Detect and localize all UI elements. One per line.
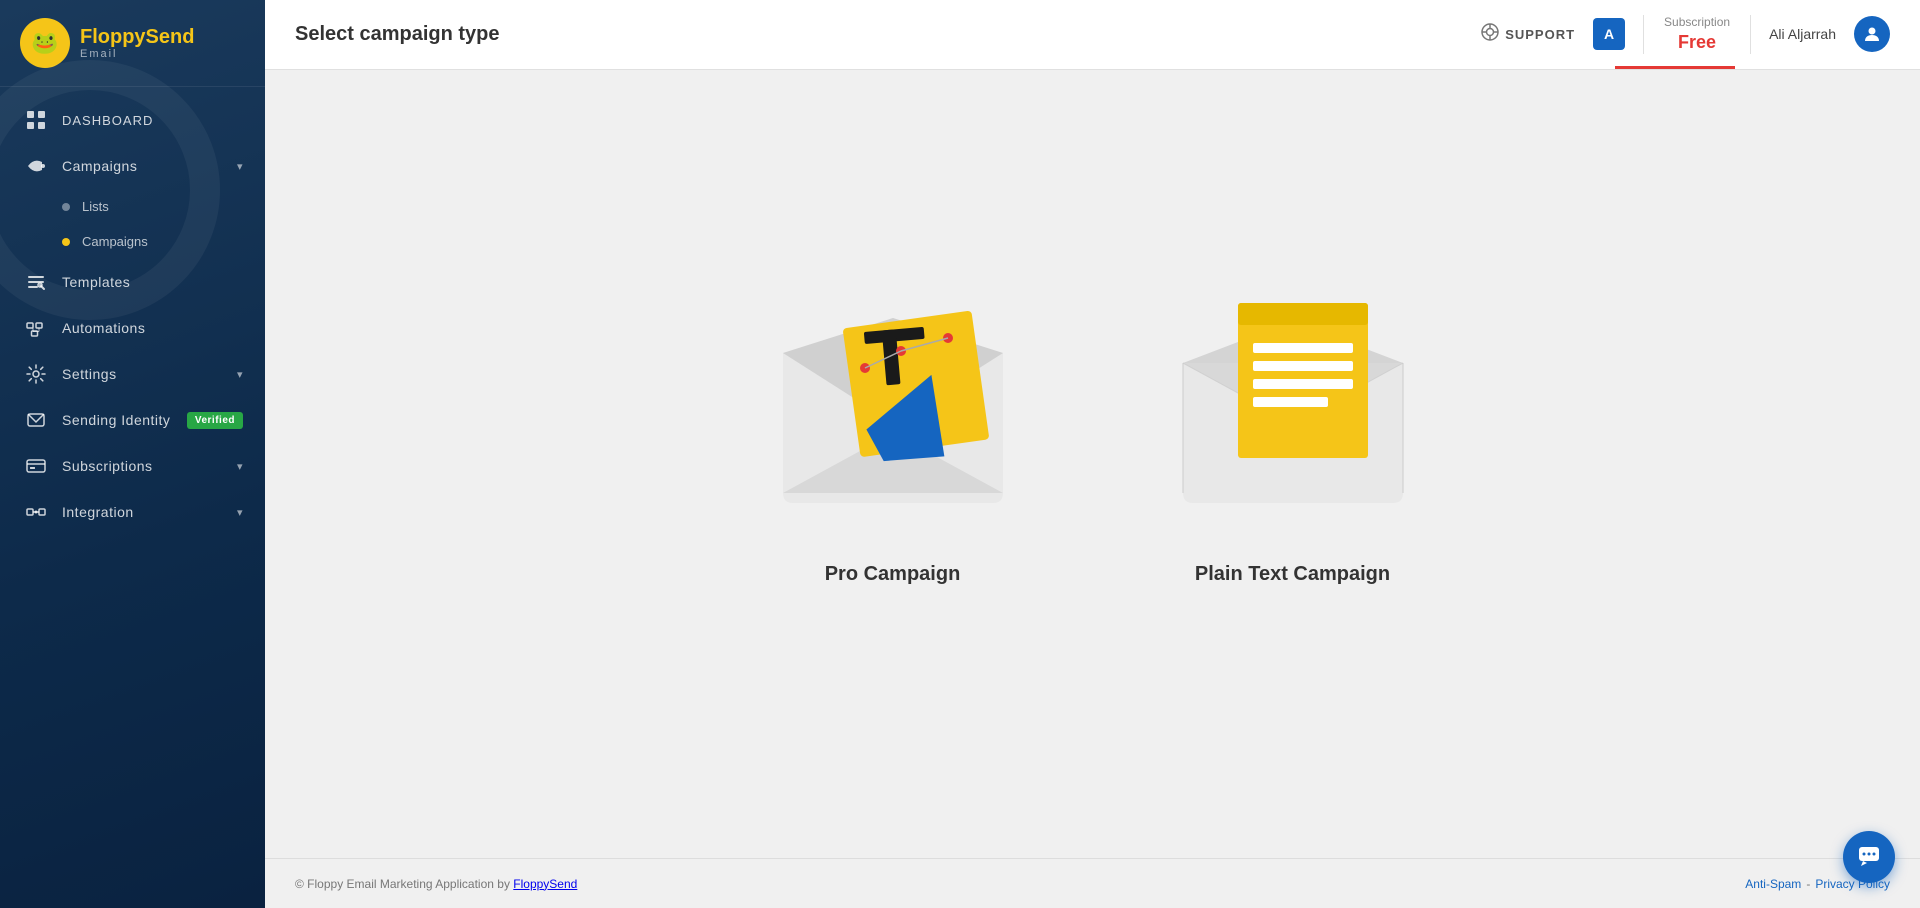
page-title: Select campaign type [295,23,1481,46]
sidebar-item-label: DASHBOARD [62,113,153,128]
sidebar-logo[interactable]: 🐸 FloppySend Email [0,0,265,87]
sidebar-item-label: Sending Identity [62,412,170,428]
plain-campaign-image [1153,263,1433,543]
sidebar-item-label: Templates [62,274,130,290]
settings-icon [22,364,50,384]
subscription-value: Free [1678,31,1716,54]
anti-spam-link[interactable]: Anti-Spam [1745,877,1801,891]
sidebar-item-dashboard[interactable]: DASHBOARD [0,97,265,143]
main-area: Select campaign type SUPPORT A Sub [265,0,1920,908]
subscription-area[interactable]: Subscription Free [1643,15,1751,54]
sidebar-item-subscriptions[interactable]: Subscriptions ▾ [0,443,265,489]
templates-icon [22,272,50,292]
footer-brand-link[interactable]: FloppySend [513,877,577,891]
footer-copyright: © Floppy Email Marketing Application by … [295,877,577,891]
sending-identity-icon [22,410,50,430]
pro-campaign-image [753,263,1033,543]
brand-name: FloppySend [80,26,194,48]
dashboard-icon [22,110,50,130]
sidebar-item-automations[interactable]: Automations [0,305,265,351]
header-right: SUPPORT A Subscription Free Ali Aljarrah [1481,15,1890,54]
header: Select campaign type SUPPORT A Sub [265,0,1920,70]
subscriptions-icon [22,456,50,476]
logo-icon: 🐸 [20,18,70,68]
sidebar-item-integration[interactable]: Integration ▾ [0,489,265,535]
user-avatar[interactable] [1854,16,1890,52]
pro-campaign-label: Pro Campaign [825,563,961,586]
support-label: SUPPORT [1505,27,1575,42]
sidebar-item-label: Automations [62,320,145,336]
footer: © Floppy Email Marketing Application by … [265,858,1920,908]
sidebar-item-label: Settings [62,366,117,382]
chat-button[interactable] [1843,831,1895,883]
chevron-down-icon: ▾ [237,506,243,519]
plain-campaign-label: Plain Text Campaign [1195,563,1390,586]
integration-icon [22,502,50,522]
sidebar-item-label: Campaigns [82,234,148,249]
pro-campaign-card[interactable]: Pro Campaign [753,263,1033,586]
sidebar-item-label: Campaigns [62,158,137,174]
campaigns-icon [22,156,50,176]
sidebar-item-campaigns[interactable]: Campaigns ▾ [0,143,265,189]
automations-icon [22,318,50,338]
logo-text: FloppySend Email [80,26,194,60]
campaign-cards: Pro Campaign [753,263,1433,606]
plain-campaign-card[interactable]: Plain Text Campaign [1153,263,1433,586]
sidebar-item-label: Lists [82,199,109,214]
sidebar-item-campaigns-sub[interactable]: Campaigns [0,224,265,259]
chevron-down-icon: ▾ [237,160,243,173]
subscription-label: Subscription [1664,15,1730,31]
sidebar-item-label: Subscriptions [62,458,153,474]
sidebar-item-templates[interactable]: Templates [0,259,265,305]
dot-icon [62,203,70,211]
sidebar-item-lists[interactable]: Lists [0,189,265,224]
support-button[interactable]: SUPPORT [1481,23,1575,46]
sidebar-item-settings[interactable]: Settings ▾ [0,351,265,397]
subscription-underline [1615,66,1735,69]
user-name[interactable]: Ali Aljarrah [1769,26,1836,42]
content-area: Pro Campaign [265,70,1920,858]
chevron-down-icon: ▾ [237,368,243,381]
dot-active-icon [62,238,70,246]
sidebar-item-sending-identity[interactable]: Sending Identity Verified [0,397,265,443]
chevron-down-icon: ▾ [237,460,243,473]
sidebar: 🐸 FloppySend Email DASHBOARD [0,0,265,908]
header-avatar[interactable]: A [1593,18,1625,50]
sub-brand: Email [80,48,194,60]
support-icon [1481,23,1499,46]
sidebar-nav: DASHBOARD Campaigns ▾ Lists Campaigns [0,87,265,908]
sidebar-item-label: Integration [62,504,134,520]
verified-badge: Verified [187,412,243,429]
